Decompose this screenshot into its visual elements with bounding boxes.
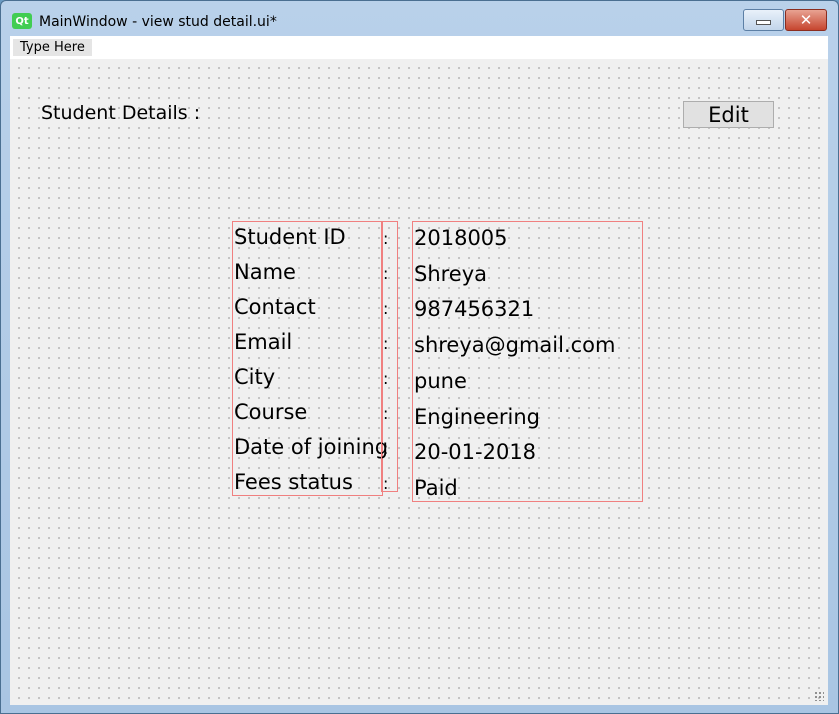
label-fees-status: Fees status xyxy=(234,470,353,494)
separator: : xyxy=(383,264,389,283)
separator: : xyxy=(383,369,389,388)
close-icon: ✕ xyxy=(799,11,813,29)
title-bar[interactable]: Qt MainWindow - view stud detail.ui* ✕ xyxy=(1,1,838,35)
value-fees-status: Paid xyxy=(414,476,458,500)
value-student-id: 2018005 xyxy=(414,226,508,250)
value-email: shreya@gmail.com xyxy=(414,333,616,357)
label-name: Name xyxy=(234,260,296,284)
separator: : xyxy=(383,299,389,318)
value-course: Engineering xyxy=(414,405,540,429)
value-column: 2018005 Shreya 987456321 shreya@gmail.co… xyxy=(412,221,643,502)
separator: : xyxy=(383,334,389,353)
menu-type-here[interactable]: Type Here xyxy=(13,39,92,56)
label-column: Student ID Name Contact Email City Cours… xyxy=(232,221,388,496)
label-date-of-joining: Date of joining xyxy=(234,435,389,459)
form-canvas: Student Details : Edit Student ID Name C… xyxy=(10,59,828,705)
resize-grip-icon[interactable] xyxy=(814,691,824,701)
value-contact: 987456321 xyxy=(414,297,535,321)
separator: : xyxy=(383,229,389,248)
close-button[interactable]: ✕ xyxy=(785,9,827,31)
label-contact: Contact xyxy=(234,295,316,319)
label-course: Course xyxy=(234,400,308,424)
separator: : xyxy=(383,404,389,423)
value-name: Shreya xyxy=(414,262,488,286)
window-title: MainWindow - view stud detail.ui* xyxy=(39,14,277,30)
separator-column: : : : : : : : : xyxy=(381,221,398,493)
menu-bar: Type Here xyxy=(10,36,828,59)
minimize-button[interactable] xyxy=(743,9,784,31)
page-title: Student Details : xyxy=(41,102,201,124)
separator: : xyxy=(383,474,389,493)
label-email: Email xyxy=(234,330,293,354)
value-date-of-joining: 20-01-2018 xyxy=(414,440,537,464)
value-city: pune xyxy=(414,369,467,393)
separator: : xyxy=(383,439,389,458)
label-city: City xyxy=(234,365,276,389)
main-window: Qt MainWindow - view stud detail.ui* ✕ T… xyxy=(0,0,839,714)
edit-button[interactable]: Edit xyxy=(683,101,774,128)
label-student-id: Student ID xyxy=(234,225,346,249)
minimize-icon xyxy=(756,19,771,25)
qt-logo-icon: Qt xyxy=(12,13,32,29)
